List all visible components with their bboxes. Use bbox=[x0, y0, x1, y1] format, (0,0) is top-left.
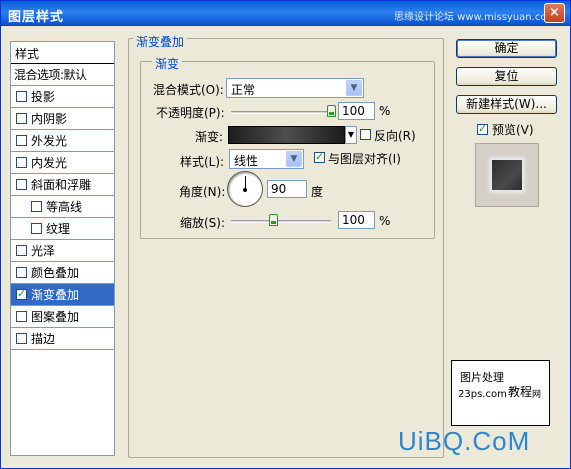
footer-watermark: UiBQ.CoM bbox=[398, 426, 531, 456]
chevron-down-icon: ▼ bbox=[347, 130, 355, 139]
style-item-label: 等高线 bbox=[46, 200, 83, 214]
close-icon: × bbox=[549, 5, 560, 20]
blend-mode-value: 正常 bbox=[231, 83, 256, 97]
top-watermark: 思缘设计论坛 www.missyuan.com bbox=[394, 12, 557, 23]
logo-line3: 教程 bbox=[508, 385, 533, 399]
preview-toggle[interactable]: 预览(V) bbox=[477, 121, 534, 138]
window-title: 图层样式 bbox=[8, 10, 65, 25]
style-preview bbox=[475, 143, 539, 207]
style-item-label: 图案叠加 bbox=[31, 310, 80, 324]
style-item-inner-glow[interactable]: 内发光 bbox=[11, 152, 114, 174]
ok-button[interactable]: 确定 bbox=[456, 39, 557, 58]
opacity-label: 不透明度(P): bbox=[156, 106, 225, 120]
site-logo: 图片处理 23ps.com 教程 网 bbox=[451, 360, 550, 426]
reverse-label: 反向(R) bbox=[374, 129, 416, 143]
scale-unit: % bbox=[379, 214, 391, 228]
gradient-overlay-checkbox[interactable] bbox=[16, 287, 27, 300]
align-with-layer-label: 与图层对齐(I) bbox=[328, 152, 401, 166]
gradient-subgroup-title: 渐变 bbox=[152, 55, 183, 72]
style-item-satin[interactable]: 光泽 bbox=[11, 240, 114, 262]
style-item-label: 颜色叠加 bbox=[31, 266, 80, 280]
angle-label: 角度(N): bbox=[179, 185, 226, 199]
style-item-drop-shadow[interactable]: 投影 bbox=[11, 86, 114, 108]
style-item-label: 内阴影 bbox=[31, 112, 68, 126]
logo-line1: 图片处理 bbox=[460, 371, 504, 384]
scale-input[interactable]: 100 bbox=[338, 211, 375, 229]
style-item-label: 描边 bbox=[31, 332, 56, 346]
scale-label: 缩放(S): bbox=[180, 216, 226, 230]
title-bar[interactable]: 图层样式 思缘设计论坛 www.missyuan.com × bbox=[1, 1, 570, 26]
gradient-label: 渐变: bbox=[195, 130, 224, 144]
preview-checkbox[interactable] bbox=[477, 122, 488, 135]
style-item-label: 光泽 bbox=[31, 244, 56, 258]
scale-slider-track[interactable] bbox=[231, 220, 331, 223]
outer-glow-checkbox[interactable] bbox=[16, 135, 27, 146]
style-item-gradient-overlay[interactable]: 渐变叠加 bbox=[11, 284, 114, 306]
styles-header[interactable]: 样式 bbox=[11, 42, 114, 64]
angle-center-dot bbox=[243, 188, 247, 192]
gradient-swatch[interactable] bbox=[228, 126, 345, 144]
style-item-label: 纹理 bbox=[46, 222, 71, 236]
dialog-client: 样式 混合选项:默认 投影 内阴影 外发光 内发光 斜面和浮雕 等高线 纹理 光… bbox=[5, 31, 568, 466]
preview-swatch bbox=[492, 160, 522, 190]
inner-shadow-checkbox[interactable] bbox=[16, 113, 27, 124]
opacity-input[interactable]: 100 bbox=[338, 102, 375, 120]
style-item-texture[interactable]: 纹理 bbox=[11, 218, 114, 240]
blend-mode-label: 混合模式(O): bbox=[153, 83, 224, 97]
bevel-emboss-checkbox[interactable] bbox=[16, 179, 27, 190]
style-item-label: 外发光 bbox=[31, 134, 68, 148]
style-item-bevel-emboss[interactable]: 斜面和浮雕 bbox=[11, 174, 114, 196]
satin-checkbox[interactable] bbox=[16, 245, 27, 256]
color-overlay-checkbox[interactable] bbox=[16, 267, 27, 278]
inner-glow-checkbox[interactable] bbox=[16, 157, 27, 168]
style-item-pattern-overlay[interactable]: 图案叠加 bbox=[11, 306, 114, 328]
close-button[interactable]: × bbox=[544, 3, 565, 23]
opacity-unit: % bbox=[379, 104, 391, 118]
chevron-down-icon: ▼ bbox=[346, 80, 362, 96]
drop-shadow-checkbox[interactable] bbox=[16, 91, 27, 102]
new-style-button[interactable]: 新建样式(W)... bbox=[456, 95, 557, 114]
texture-checkbox[interactable] bbox=[31, 223, 42, 234]
gradient-overlay-title: 渐变叠加 bbox=[133, 33, 188, 50]
style-label: 样式(L): bbox=[180, 155, 225, 169]
style-item-contour[interactable]: 等高线 bbox=[11, 196, 114, 218]
scale-slider-thumb[interactable] bbox=[269, 214, 278, 226]
pattern-overlay-checkbox[interactable] bbox=[16, 311, 27, 322]
logo-line2: 23ps.com bbox=[458, 389, 507, 400]
logo-line4: 网 bbox=[532, 390, 542, 400]
align-with-layer-checkbox[interactable] bbox=[314, 150, 325, 163]
opacity-slider-track[interactable] bbox=[231, 111, 331, 114]
angle-unit: 度 bbox=[311, 185, 324, 199]
style-item-label: 投影 bbox=[31, 90, 56, 104]
style-item-label: 内发光 bbox=[31, 156, 68, 170]
opacity-slider-thumb[interactable] bbox=[327, 105, 336, 117]
style-item-stroke[interactable]: 描边 bbox=[11, 328, 114, 350]
gradient-style-value: 线性 bbox=[234, 154, 259, 168]
blend-mode-select[interactable]: 正常 ▼ bbox=[226, 78, 364, 98]
style-item-label: 渐变叠加 bbox=[31, 288, 80, 302]
stroke-checkbox[interactable] bbox=[16, 333, 27, 344]
chevron-down-icon: ▼ bbox=[286, 151, 302, 167]
reset-button[interactable]: 复位 bbox=[456, 67, 557, 86]
layer-style-dialog: 图层样式 思缘设计论坛 www.missyuan.com × 样式 混合选项:默… bbox=[0, 0, 571, 469]
reverse-checkbox[interactable] bbox=[360, 129, 371, 140]
blend-options-item[interactable]: 混合选项:默认 bbox=[11, 64, 114, 86]
preview-label: 预览(V) bbox=[492, 123, 534, 137]
angle-dial[interactable] bbox=[227, 171, 263, 207]
angle-input[interactable]: 90 bbox=[267, 180, 307, 198]
style-item-outer-glow[interactable]: 外发光 bbox=[11, 130, 114, 152]
style-item-label: 斜面和浮雕 bbox=[31, 178, 92, 192]
contour-checkbox[interactable] bbox=[31, 201, 42, 212]
gradient-dropdown-button[interactable]: ▼ bbox=[345, 126, 357, 144]
styles-list: 样式 混合选项:默认 投影 内阴影 外发光 内发光 斜面和浮雕 等高线 纹理 光… bbox=[10, 41, 115, 456]
gradient-style-select[interactable]: 线性 ▼ bbox=[229, 149, 304, 169]
style-item-color-overlay[interactable]: 颜色叠加 bbox=[11, 262, 114, 284]
style-item-inner-shadow[interactable]: 内阴影 bbox=[11, 108, 114, 130]
